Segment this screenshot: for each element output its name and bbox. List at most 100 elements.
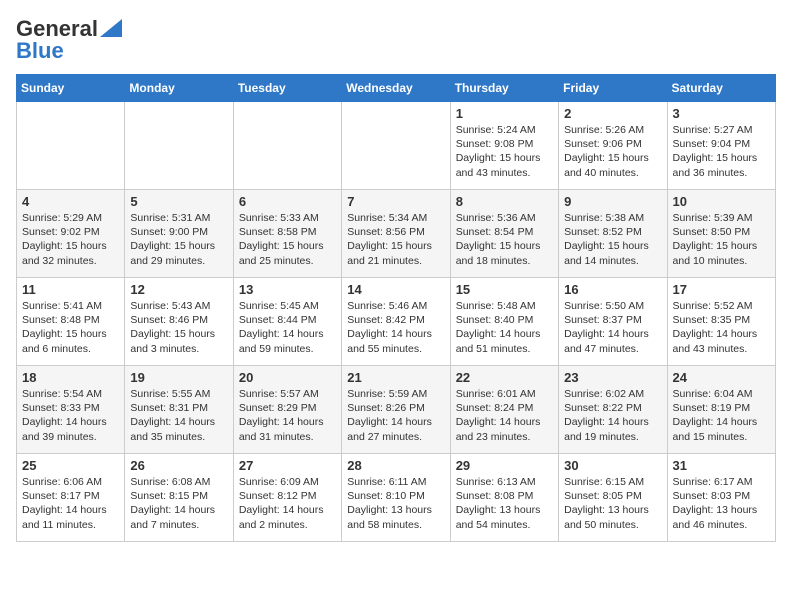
day-of-week-header: Thursday bbox=[450, 75, 558, 102]
day-number: 26 bbox=[130, 458, 227, 473]
calendar-day-cell: 14 Sunrise: 5:46 AM Sunset: 8:42 PM Dayli… bbox=[342, 278, 450, 366]
day-info: Sunrise: 5:29 AM Sunset: 9:02 PM Dayligh… bbox=[22, 211, 119, 268]
day-number: 5 bbox=[130, 194, 227, 209]
calendar-day-cell: 25 Sunrise: 6:06 AM Sunset: 8:17 PM Dayli… bbox=[17, 454, 125, 542]
day-info: Sunrise: 5:55 AM Sunset: 8:31 PM Dayligh… bbox=[130, 387, 227, 444]
day-number: 30 bbox=[564, 458, 661, 473]
day-info: Sunrise: 5:57 AM Sunset: 8:29 PM Dayligh… bbox=[239, 387, 336, 444]
day-number: 2 bbox=[564, 106, 661, 121]
day-number: 23 bbox=[564, 370, 661, 385]
calendar-day-cell: 11 Sunrise: 5:41 AM Sunset: 8:48 PM Dayli… bbox=[17, 278, 125, 366]
calendar-day-cell: 26 Sunrise: 6:08 AM Sunset: 8:15 PM Dayli… bbox=[125, 454, 233, 542]
day-of-week-header: Wednesday bbox=[342, 75, 450, 102]
calendar-week-row: 11 Sunrise: 5:41 AM Sunset: 8:48 PM Dayli… bbox=[17, 278, 776, 366]
day-number: 6 bbox=[239, 194, 336, 209]
day-number: 29 bbox=[456, 458, 553, 473]
day-number: 12 bbox=[130, 282, 227, 297]
calendar-day-cell: 10Sunrise: 5:39 AM Sunset: 8:50 PM Dayli… bbox=[667, 190, 775, 278]
calendar-day-cell: 20 Sunrise: 5:57 AM Sunset: 8:29 PM Dayli… bbox=[233, 366, 341, 454]
calendar-day-cell: 17 Sunrise: 5:52 AM Sunset: 8:35 PM Dayli… bbox=[667, 278, 775, 366]
calendar-day-cell: 19 Sunrise: 5:55 AM Sunset: 8:31 PM Dayli… bbox=[125, 366, 233, 454]
day-number: 13 bbox=[239, 282, 336, 297]
day-info: Sunrise: 6:08 AM Sunset: 8:15 PM Dayligh… bbox=[130, 475, 227, 532]
calendar-day-cell: 16 Sunrise: 5:50 AM Sunset: 8:37 PM Dayli… bbox=[559, 278, 667, 366]
day-of-week-header: Friday bbox=[559, 75, 667, 102]
day-number: 8 bbox=[456, 194, 553, 209]
calendar-day-cell: 3Sunrise: 5:27 AM Sunset: 9:04 PM Daylig… bbox=[667, 102, 775, 190]
day-number: 10 bbox=[673, 194, 770, 209]
calendar-day-cell: 28 Sunrise: 6:11 AM Sunset: 8:10 PM Dayli… bbox=[342, 454, 450, 542]
logo-arrow-icon bbox=[100, 19, 122, 37]
day-of-week-header: Saturday bbox=[667, 75, 775, 102]
day-info: Sunrise: 6:04 AM Sunset: 8:19 PM Dayligh… bbox=[673, 387, 770, 444]
day-info: Sunrise: 6:02 AM Sunset: 8:22 PM Dayligh… bbox=[564, 387, 661, 444]
day-info: Sunrise: 5:34 AM Sunset: 8:56 PM Dayligh… bbox=[347, 211, 444, 268]
day-info: Sunrise: 6:15 AM Sunset: 8:05 PM Dayligh… bbox=[564, 475, 661, 532]
day-number: 16 bbox=[564, 282, 661, 297]
day-of-week-header: Tuesday bbox=[233, 75, 341, 102]
day-number: 1 bbox=[456, 106, 553, 121]
day-number: 25 bbox=[22, 458, 119, 473]
day-number: 27 bbox=[239, 458, 336, 473]
day-info: Sunrise: 5:50 AM Sunset: 8:37 PM Dayligh… bbox=[564, 299, 661, 356]
day-info: Sunrise: 5:54 AM Sunset: 8:33 PM Dayligh… bbox=[22, 387, 119, 444]
calendar-day-cell: 4 Sunrise: 5:29 AM Sunset: 9:02 PM Daylig… bbox=[17, 190, 125, 278]
day-number: 9 bbox=[564, 194, 661, 209]
calendar-week-row: 1Sunrise: 5:24 AM Sunset: 9:08 PM Daylig… bbox=[17, 102, 776, 190]
day-info: Sunrise: 5:59 AM Sunset: 8:26 PM Dayligh… bbox=[347, 387, 444, 444]
calendar-day-cell bbox=[125, 102, 233, 190]
calendar-day-cell: 27Sunrise: 6:09 AM Sunset: 8:12 PM Dayli… bbox=[233, 454, 341, 542]
calendar-day-cell: 7 Sunrise: 5:34 AM Sunset: 8:56 PM Daylig… bbox=[342, 190, 450, 278]
calendar-day-cell: 30 Sunrise: 6:15 AM Sunset: 8:05 PM Dayli… bbox=[559, 454, 667, 542]
day-info: Sunrise: 6:17 AM Sunset: 8:03 PM Dayligh… bbox=[673, 475, 770, 532]
logo: General Blue bbox=[16, 16, 122, 64]
day-number: 3 bbox=[673, 106, 770, 121]
day-of-week-header: Sunday bbox=[17, 75, 125, 102]
calendar-week-row: 4 Sunrise: 5:29 AM Sunset: 9:02 PM Daylig… bbox=[17, 190, 776, 278]
day-info: Sunrise: 5:52 AM Sunset: 8:35 PM Dayligh… bbox=[673, 299, 770, 356]
calendar-day-cell: 24 Sunrise: 6:04 AM Sunset: 8:19 PM Dayli… bbox=[667, 366, 775, 454]
day-number: 4 bbox=[22, 194, 119, 209]
page-header: General Blue bbox=[16, 16, 776, 64]
day-number: 15 bbox=[456, 282, 553, 297]
day-info: Sunrise: 5:48 AM Sunset: 8:40 PM Dayligh… bbox=[456, 299, 553, 356]
day-number: 7 bbox=[347, 194, 444, 209]
day-info: Sunrise: 6:01 AM Sunset: 8:24 PM Dayligh… bbox=[456, 387, 553, 444]
calendar-day-cell: 15 Sunrise: 5:48 AM Sunset: 8:40 PM Dayli… bbox=[450, 278, 558, 366]
logo-blue: Blue bbox=[16, 38, 64, 64]
calendar-week-row: 18 Sunrise: 5:54 AM Sunset: 8:33 PM Dayli… bbox=[17, 366, 776, 454]
calendar-day-cell: 5 Sunrise: 5:31 AM Sunset: 9:00 PM Daylig… bbox=[125, 190, 233, 278]
calendar-day-cell: 21Sunrise: 5:59 AM Sunset: 8:26 PM Dayli… bbox=[342, 366, 450, 454]
day-number: 22 bbox=[456, 370, 553, 385]
day-number: 28 bbox=[347, 458, 444, 473]
calendar-week-row: 25 Sunrise: 6:06 AM Sunset: 8:17 PM Dayli… bbox=[17, 454, 776, 542]
calendar-day-cell bbox=[17, 102, 125, 190]
calendar-table: SundayMondayTuesdayWednesdayThursdayFrid… bbox=[16, 74, 776, 542]
day-number: 17 bbox=[673, 282, 770, 297]
day-info: Sunrise: 6:11 AM Sunset: 8:10 PM Dayligh… bbox=[347, 475, 444, 532]
day-info: Sunrise: 5:46 AM Sunset: 8:42 PM Dayligh… bbox=[347, 299, 444, 356]
calendar-day-cell: 18 Sunrise: 5:54 AM Sunset: 8:33 PM Dayli… bbox=[17, 366, 125, 454]
calendar-day-cell: 9 Sunrise: 5:38 AM Sunset: 8:52 PM Daylig… bbox=[559, 190, 667, 278]
calendar-day-cell: 29 Sunrise: 6:13 AM Sunset: 8:08 PM Dayli… bbox=[450, 454, 558, 542]
day-info: Sunrise: 6:13 AM Sunset: 8:08 PM Dayligh… bbox=[456, 475, 553, 532]
calendar-day-cell bbox=[342, 102, 450, 190]
day-of-week-header: Monday bbox=[125, 75, 233, 102]
day-info: Sunrise: 5:41 AM Sunset: 8:48 PM Dayligh… bbox=[22, 299, 119, 356]
day-number: 14 bbox=[347, 282, 444, 297]
day-number: 18 bbox=[22, 370, 119, 385]
day-number: 24 bbox=[673, 370, 770, 385]
calendar-day-cell: 23 Sunrise: 6:02 AM Sunset: 8:22 PM Dayli… bbox=[559, 366, 667, 454]
day-number: 20 bbox=[239, 370, 336, 385]
calendar-day-cell bbox=[233, 102, 341, 190]
day-info: Sunrise: 5:38 AM Sunset: 8:52 PM Dayligh… bbox=[564, 211, 661, 268]
calendar-day-cell: 22 Sunrise: 6:01 AM Sunset: 8:24 PM Dayli… bbox=[450, 366, 558, 454]
day-number: 11 bbox=[22, 282, 119, 297]
day-info: Sunrise: 6:06 AM Sunset: 8:17 PM Dayligh… bbox=[22, 475, 119, 532]
day-info: Sunrise: 5:45 AM Sunset: 8:44 PM Dayligh… bbox=[239, 299, 336, 356]
calendar-day-cell: 31Sunrise: 6:17 AM Sunset: 8:03 PM Dayli… bbox=[667, 454, 775, 542]
day-info: Sunrise: 5:31 AM Sunset: 9:00 PM Dayligh… bbox=[130, 211, 227, 268]
calendar-day-cell: 2Sunrise: 5:26 AM Sunset: 9:06 PM Daylig… bbox=[559, 102, 667, 190]
day-number: 19 bbox=[130, 370, 227, 385]
calendar-day-cell: 8Sunrise: 5:36 AM Sunset: 8:54 PM Daylig… bbox=[450, 190, 558, 278]
